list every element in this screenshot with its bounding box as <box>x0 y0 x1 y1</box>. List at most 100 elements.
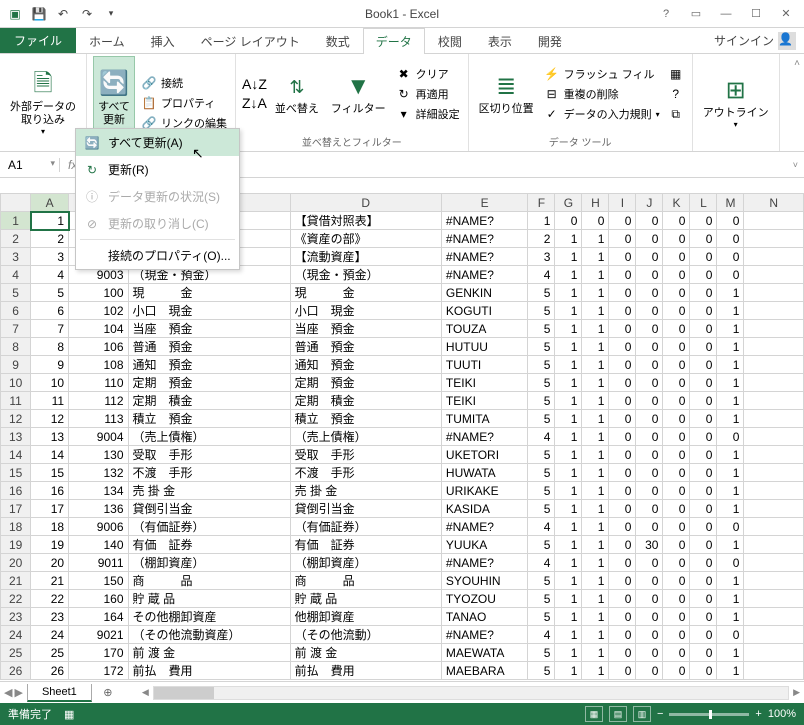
cell[interactable]: 0 <box>663 410 690 428</box>
cell[interactable]: 1 <box>555 464 582 482</box>
cell[interactable]: 0 <box>663 338 690 356</box>
cell[interactable]: 0 <box>636 500 663 518</box>
cell[interactable]: 1 <box>582 392 609 410</box>
cell[interactable]: 0 <box>555 212 582 230</box>
cell[interactable]: 0 <box>690 320 717 338</box>
cell[interactable]: 5 <box>31 284 69 302</box>
cell[interactable]: 30 <box>636 536 663 554</box>
zoom-in-icon[interactable]: + <box>755 708 761 720</box>
cell[interactable] <box>744 410 804 428</box>
cell[interactable]: （売上債権） <box>128 428 290 446</box>
cell[interactable]: 0 <box>636 248 663 266</box>
cell[interactable]: 0 <box>663 356 690 374</box>
cell[interactable]: 0 <box>690 536 717 554</box>
cell[interactable]: 0 <box>609 338 636 356</box>
nav-next-icon[interactable]: ▶ <box>14 686 22 699</box>
cell[interactable]: 5 <box>528 644 555 662</box>
cell[interactable]: 5 <box>528 500 555 518</box>
cell[interactable]: 0 <box>717 266 744 284</box>
cell[interactable]: 1 <box>582 320 609 338</box>
cell[interactable]: TEIKI <box>441 374 527 392</box>
cell[interactable] <box>744 464 804 482</box>
cell[interactable]: 通知 預金 <box>290 356 441 374</box>
row-header[interactable]: 17 <box>1 500 31 518</box>
cell[interactable]: 1 <box>555 554 582 572</box>
cell[interactable]: 0 <box>663 302 690 320</box>
save-icon[interactable]: 💾 <box>28 3 50 25</box>
cell[interactable]: 4 <box>528 518 555 536</box>
cell[interactable]: 0 <box>636 446 663 464</box>
help-icon[interactable]: ? <box>652 3 680 25</box>
cell[interactable]: 0 <box>663 392 690 410</box>
cell[interactable]: 11 <box>31 392 69 410</box>
cell[interactable]: 前払 費用 <box>290 662 441 680</box>
row-header[interactable]: 26 <box>1 662 31 680</box>
col-header[interactable]: G <box>555 194 582 212</box>
cell[interactable]: 通知 預金 <box>128 356 290 374</box>
cell[interactable]: 受取 手形 <box>128 446 290 464</box>
name-box[interactable]: A1▾ <box>0 158 60 172</box>
cell[interactable]: #NAME? <box>441 212 527 230</box>
cell[interactable]: TOUZA <box>441 320 527 338</box>
cell[interactable] <box>744 284 804 302</box>
cell[interactable]: 売 掛 金 <box>128 482 290 500</box>
cell[interactable]: 貸倒引当金 <box>128 500 290 518</box>
cell[interactable] <box>744 446 804 464</box>
cell[interactable]: 1 <box>582 518 609 536</box>
row-header[interactable]: 3 <box>1 248 31 266</box>
cell[interactable] <box>744 482 804 500</box>
cell[interactable]: 0 <box>636 320 663 338</box>
row-header[interactable]: 2 <box>1 230 31 248</box>
cell[interactable]: 140 <box>69 536 128 554</box>
cell[interactable]: 0 <box>636 644 663 662</box>
cell[interactable]: 20 <box>31 554 69 572</box>
cell[interactable]: #NAME? <box>441 626 527 644</box>
cell[interactable]: 1 <box>717 572 744 590</box>
cell[interactable]: 1 <box>555 302 582 320</box>
cell[interactable]: 有価 証券 <box>290 536 441 554</box>
cell[interactable]: 5 <box>528 446 555 464</box>
cell[interactable]: 商 品 <box>290 572 441 590</box>
cell[interactable]: 1 <box>582 662 609 680</box>
advanced-item[interactable]: ▾詳細設定 <box>394 105 462 123</box>
cell[interactable] <box>744 302 804 320</box>
cell[interactable]: 0 <box>690 212 717 230</box>
row-header[interactable]: 21 <box>1 572 31 590</box>
cell[interactable]: 0 <box>690 608 717 626</box>
tab-insert[interactable]: 挿入 <box>138 28 188 53</box>
cell[interactable]: 現 金 <box>290 284 441 302</box>
cell[interactable]: 1 <box>555 428 582 446</box>
cell[interactable]: 104 <box>69 320 128 338</box>
select-all-corner[interactable] <box>1 194 31 212</box>
cell[interactable]: 0 <box>663 518 690 536</box>
cell[interactable]: TUUTI <box>441 356 527 374</box>
cell[interactable]: 0 <box>609 266 636 284</box>
cell[interactable]: 1 <box>717 662 744 680</box>
cell[interactable]: 1 <box>582 644 609 662</box>
reapply-item[interactable]: ↻再適用 <box>394 85 462 103</box>
cell[interactable]: 0 <box>609 662 636 680</box>
cell[interactable]: TEIKI <box>441 392 527 410</box>
cell[interactable]: 不渡 手形 <box>290 464 441 482</box>
cell[interactable]: 0 <box>636 356 663 374</box>
cell[interactable]: 1 <box>555 518 582 536</box>
sort-az-button[interactable]: A↓Z <box>242 76 267 93</box>
data-validation-item[interactable]: ✓データの入力規則 ▾ <box>542 105 662 123</box>
qat-customize-icon[interactable]: ▾ <box>100 3 122 25</box>
cell[interactable]: 1 <box>555 266 582 284</box>
cell[interactable]: 0 <box>690 230 717 248</box>
cell[interactable]: 0 <box>609 500 636 518</box>
cell[interactable] <box>744 230 804 248</box>
row-header[interactable]: 9 <box>1 356 31 374</box>
cell[interactable]: 1 <box>555 644 582 662</box>
cell[interactable]: 不渡 手形 <box>128 464 290 482</box>
cell[interactable]: 前 渡 金 <box>128 644 290 662</box>
filter-button[interactable]: ▼ フィルター <box>327 56 390 132</box>
cell[interactable]: 4 <box>528 626 555 644</box>
cell[interactable]: 1 <box>717 464 744 482</box>
cell[interactable]: 0 <box>690 392 717 410</box>
cell[interactable]: 0 <box>717 212 744 230</box>
cell[interactable]: 他棚卸資産 <box>290 608 441 626</box>
cell[interactable]: 1 <box>582 374 609 392</box>
cell[interactable]: 0 <box>663 230 690 248</box>
